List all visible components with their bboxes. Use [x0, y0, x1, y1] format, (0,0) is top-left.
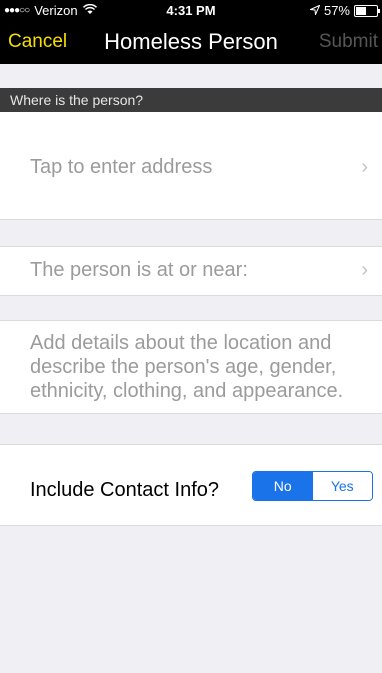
chevron-right-icon: ›: [361, 156, 368, 178]
chevron-right-icon: ›: [361, 259, 368, 281]
status-bar: ●●●○○ Verizon 4:31 PM 57%: [0, 0, 382, 20]
contact-info-label: Include Contact Info?: [30, 479, 220, 501]
submit-button[interactable]: Submit: [319, 20, 378, 64]
contact-no-option[interactable]: No: [253, 472, 313, 500]
location-arrow-icon: [308, 3, 321, 18]
address-placeholder: Tap to enter address: [30, 156, 213, 178]
section-header-label: Where is the person?: [10, 92, 144, 108]
contact-info-row: Include Contact Info? No Yes: [0, 444, 382, 526]
battery-icon: [354, 4, 380, 17]
status-right: 57%: [308, 3, 380, 18]
battery-fill: [356, 6, 367, 15]
section-header: Where is the person?: [0, 88, 382, 112]
nav-bar: Cancel Homeless Person Submit: [0, 20, 382, 64]
address-row[interactable]: Tap to enter address ›: [0, 112, 382, 220]
contact-info-segmented-control[interactable]: No Yes: [252, 471, 373, 501]
battery-percent: 57%: [323, 3, 350, 18]
location-near-row[interactable]: The person is at or near: ›: [0, 246, 382, 296]
location-near-label: The person is at or near:: [30, 259, 248, 281]
details-field[interactable]: Add details about the location and descr…: [0, 320, 382, 414]
details-placeholder: Add details about the location and descr…: [30, 332, 344, 402]
contact-yes-option[interactable]: Yes: [312, 472, 372, 500]
